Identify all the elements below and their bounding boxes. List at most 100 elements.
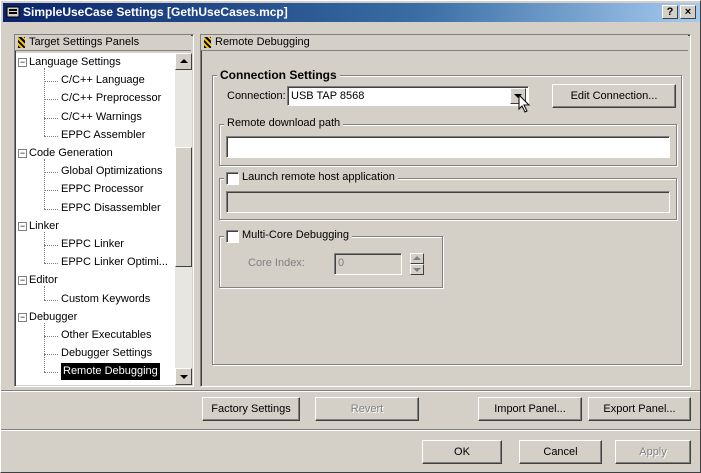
tree-connector — [44, 286, 45, 300]
settings-window: SimpleUseCase Settings [GethUseCases.mcp… — [0, 0, 701, 473]
tree-item-label: Code Generation — [29, 147, 113, 159]
tree-connector — [44, 231, 45, 264]
chevron-down-icon — [180, 375, 188, 379]
tree-item[interactable]: EPPC Processor — [16, 181, 175, 199]
separator-bottom — [1, 429, 700, 431]
tree-connector — [44, 372, 58, 374]
right-panel-header: Remote Debugging — [201, 35, 688, 51]
tree-connector — [44, 159, 45, 209]
multicore-group: Multi-Core Debugging Core Index: 0 — [219, 229, 443, 288]
collapse-icon[interactable]: − — [18, 58, 27, 67]
tree-item[interactable]: − Linker — [16, 218, 175, 236]
tree-item-label: C/C++ Warnings — [61, 110, 142, 123]
tree-item-label: Remote Debugging — [61, 363, 160, 381]
close-button[interactable]: × — [680, 5, 696, 19]
tree-item[interactable]: Debugger Settings — [16, 345, 175, 363]
tree-connector — [44, 263, 58, 265]
panel-marker-icon — [18, 37, 25, 48]
tree-connector — [44, 354, 58, 356]
tree-item[interactable]: EPPC Linker — [16, 236, 175, 254]
scroll-thumb[interactable] — [175, 147, 192, 267]
window-title: SimpleUseCase Settings [GethUseCases.mcp… — [23, 5, 288, 19]
revert-button[interactable]: Revert — [315, 397, 419, 421]
tree-item[interactable]: EPPC Assembler — [16, 127, 175, 145]
tree-item[interactable]: Other Executables — [16, 327, 175, 345]
right-panel: Remote Debugging Connection Settings Con… — [200, 34, 691, 387]
tree-connector — [44, 81, 58, 83]
scroll-down-button[interactable] — [175, 368, 192, 385]
core-index-input[interactable]: 0 — [334, 253, 402, 275]
collapse-icon[interactable]: − — [18, 312, 27, 322]
tree-item[interactable]: Remote Debugging — [16, 363, 175, 381]
tree-item-label: EPPC Linker — [61, 238, 124, 250]
tree-item-label: Custom Keywords — [61, 292, 151, 305]
edit-connection-button[interactable]: Edit Connection... — [552, 84, 676, 108]
tree-item[interactable]: EPPC Disassembler — [16, 200, 175, 218]
connection-settings-group: Connection Settings Connection: USB TAP … — [212, 68, 682, 365]
tree-item-label: Language Settings — [29, 56, 121, 68]
ok-button[interactable]: OK — [422, 440, 502, 464]
tree-item-label: EPPC Linker Optimi... — [61, 256, 168, 269]
tree-item-label: EPPC Processor — [61, 183, 144, 196]
launch-remote-input[interactable] — [226, 191, 670, 213]
collapse-icon[interactable]: − — [18, 149, 27, 158]
tree-connector — [44, 68, 45, 136]
tree-item[interactable]: C/C++ Language — [16, 72, 175, 90]
core-index-up-button[interactable] — [410, 253, 424, 264]
tree-item[interactable]: − Language Settings — [16, 54, 175, 72]
title-bar[interactable]: SimpleUseCase Settings [GethUseCases.mcp… — [3, 3, 700, 22]
app-icon — [6, 6, 20, 18]
connection-select[interactable]: USB TAP 8568 — [287, 86, 529, 106]
tree-item[interactable]: EPPC Linker Optimi... — [16, 254, 175, 272]
tree-connector — [44, 208, 58, 210]
multicore-checkbox[interactable] — [226, 230, 239, 243]
tree-connector — [44, 99, 58, 101]
core-index-down-button[interactable] — [410, 264, 424, 275]
tree-item-label: EPPC Disassembler — [61, 201, 161, 214]
export-panel-button[interactable]: Export Panel... — [588, 397, 691, 421]
tree-item-label: Other Executables — [61, 329, 152, 341]
launch-remote-title: Launch remote host application — [224, 171, 398, 185]
tree-scrollbar[interactable] — [175, 53, 192, 385]
panel-marker-icon — [204, 37, 211, 48]
settings-tree[interactable]: − Language Settings C/C++ Language C/C++ Pr… — [16, 53, 175, 385]
collapse-icon[interactable]: − — [18, 221, 27, 231]
tree-connector — [44, 172, 58, 174]
tree-item[interactable]: Custom Keywords — [16, 291, 175, 309]
tree-connector — [44, 322, 45, 373]
connection-value: USB TAP 8568 — [291, 90, 365, 102]
tree-item-label: Global Optimizations — [61, 165, 163, 178]
tree-item-label: EPPC Assembler — [61, 128, 146, 141]
remote-download-group: Remote download path — [219, 117, 677, 166]
tree-item[interactable]: C/C++ Preprocessor — [16, 90, 175, 108]
tree-item[interactable]: C/C++ Warnings — [16, 109, 175, 127]
tree-item-label: Debugger — [29, 310, 78, 323]
tree-connector — [44, 117, 58, 119]
right-panel-title: Remote Debugging — [215, 36, 310, 48]
launch-remote-label: Launch remote host application — [242, 171, 395, 183]
cancel-button[interactable]: Cancel — [519, 440, 602, 464]
factory-settings-button[interactable]: Factory Settings — [202, 397, 300, 421]
help-button[interactable]: ? — [662, 5, 678, 19]
apply-button[interactable]: Apply — [615, 440, 691, 464]
chevron-up-icon — [180, 59, 188, 63]
multicore-title: Multi-Core Debugging — [224, 229, 352, 243]
multicore-label: Multi-Core Debugging — [242, 229, 349, 241]
tree-item-label: C/C++ Language — [61, 74, 145, 87]
tree-connector — [44, 190, 58, 192]
collapse-icon[interactable]: − — [18, 276, 27, 286]
tree-item-label: C/C++ Preprocessor — [61, 92, 162, 105]
tree-item[interactable]: − Debugger — [16, 309, 175, 327]
tree-connector — [44, 299, 58, 301]
tree-item[interactable]: − Code Generation — [16, 145, 175, 163]
core-index-value: 0 — [338, 257, 345, 269]
import-panel-button[interactable]: Import Panel... — [478, 397, 582, 421]
tree-connector — [44, 245, 58, 246]
tree-item[interactable]: − Editor — [16, 272, 175, 290]
scroll-up-button[interactable] — [175, 53, 192, 70]
mouse-cursor-icon — [518, 94, 531, 113]
tree-item[interactable]: Global Optimizations — [16, 163, 175, 181]
remote-download-input[interactable] — [226, 136, 670, 158]
launch-remote-checkbox[interactable] — [226, 172, 239, 185]
remote-download-title: Remote download path — [224, 117, 344, 129]
